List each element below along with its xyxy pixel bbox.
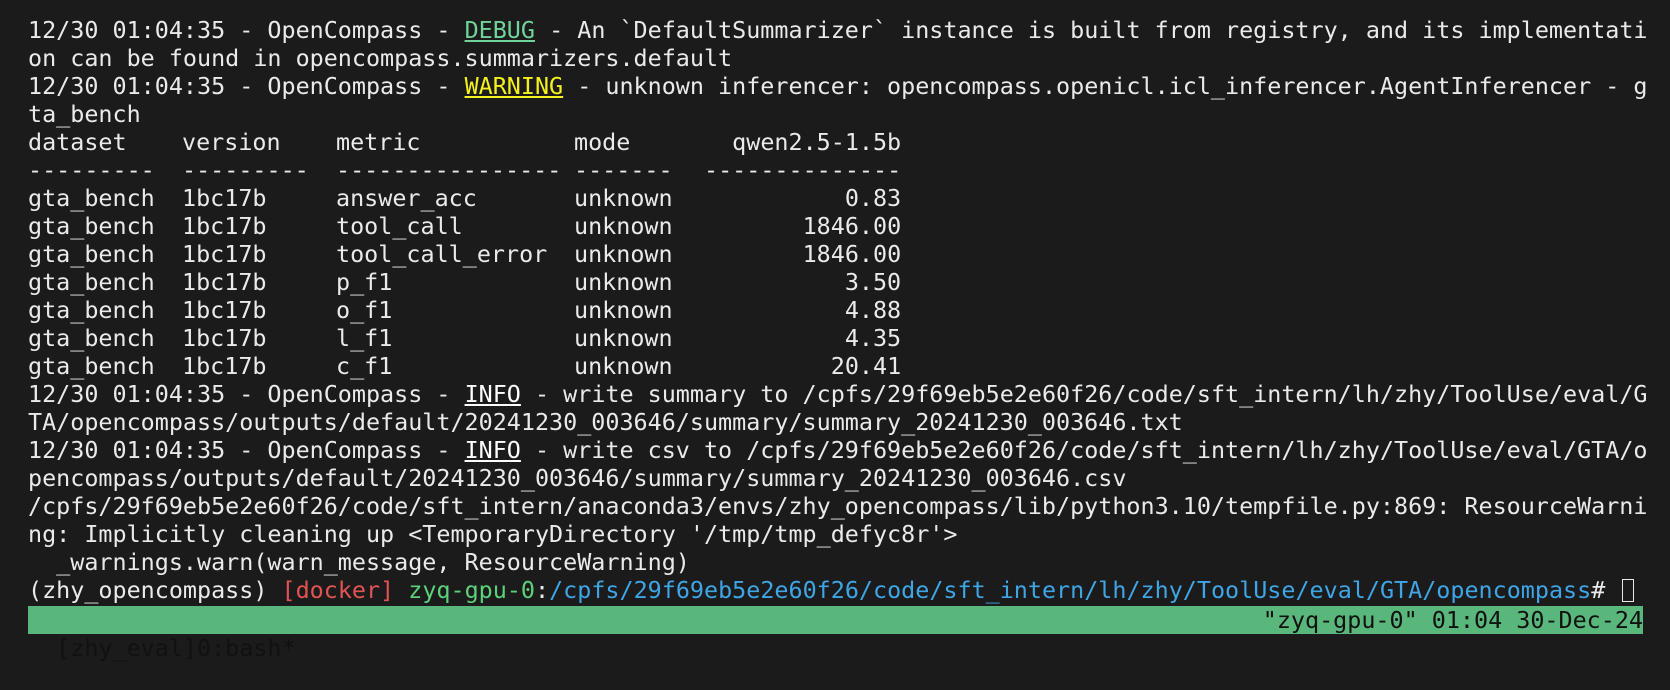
table-row: gta_bench 1bc17b o_f1 unknown 4.88	[28, 296, 901, 324]
table-row: gta_bench 1bc17b c_f1 unknown 20.41	[28, 352, 901, 380]
log-line-warning: 12/30 01:04:35 - OpenCompass - WARNING -…	[28, 72, 1647, 100]
table-cell: 4.35	[844, 324, 902, 352]
table-cell: 1bc17b	[182, 268, 267, 296]
shell-prompt[interactable]: (zhy_opencompass) [docker] zyq-gpu-0:/cp…	[28, 576, 1643, 604]
table-row: gta_bench 1bc17b l_f1 unknown 4.35	[28, 324, 901, 352]
log-prefix: 12/30 01:04:35 - OpenCompass -	[28, 436, 465, 464]
table-cell: ---------	[28, 156, 155, 184]
table-cell: metric	[336, 128, 421, 156]
table-cell: ----------------	[336, 156, 562, 184]
table-cell: 0.83	[844, 184, 902, 212]
table-cell: ---------	[182, 156, 309, 184]
log-level-info: INFO	[464, 380, 521, 408]
log-message: - write csv to /cpfs/29f69eb5e2e60f26/co…	[520, 436, 1648, 464]
prompt-colon: :	[535, 576, 550, 604]
table-cell: c_f1	[336, 352, 393, 380]
table-cell: gta_bench	[28, 212, 155, 240]
table-cell: gta_bench	[28, 184, 155, 212]
log-prefix: 12/30 01:04:35 - OpenCompass -	[28, 16, 465, 44]
prompt-host: zyq-gpu-0	[408, 576, 535, 604]
table-cell: 1bc17b	[182, 324, 267, 352]
log-message: - An `DefaultSummarizer` instance is bui…	[534, 16, 1648, 44]
log-prefix: 12/30 01:04:35 - OpenCompass -	[28, 380, 465, 408]
log-level-warning: WARNING	[464, 72, 564, 100]
table-cell: version	[182, 128, 281, 156]
log-line-wrap: on can be found in opencompass.summarize…	[28, 44, 733, 72]
log-level-info: INFO	[464, 436, 521, 464]
table-cell: gta_bench	[28, 268, 155, 296]
table-cell: gta_bench	[28, 352, 155, 380]
log-message: - write summary to /cpfs/29f69eb5e2e60f2…	[520, 380, 1648, 408]
table-cell: unknown	[574, 296, 673, 324]
table-cell: l_f1	[336, 324, 393, 352]
docker-tag: [docker]	[281, 576, 395, 604]
prompt-symbol: #	[1591, 576, 1620, 604]
log-line-wrap: ta_bench	[28, 100, 141, 128]
table-cell: qwen2.5-1.5b	[732, 128, 902, 156]
tmux-status-bar: [zhy_eval]0:bash* "zyq-gpu-0" 01:04 30-D…	[28, 606, 1643, 662]
table-cell: tool_call	[336, 212, 463, 240]
table-cell: 3.50	[844, 268, 902, 296]
table-row: gta_bench 1bc17b p_f1 unknown 3.50	[28, 268, 901, 296]
resource-warning-line: _warnings.warn(warn_message, ResourceWar…	[28, 548, 690, 576]
table-cell: 1bc17b	[182, 240, 267, 268]
table-cell: unknown	[574, 212, 673, 240]
table-cell: answer_acc	[336, 184, 477, 212]
table-cell: 4.88	[844, 296, 902, 324]
table-cell: unknown	[574, 324, 673, 352]
tmux-session-window[interactable]: [zhy_eval]0:bash*	[56, 634, 295, 662]
table-cell: gta_bench	[28, 240, 155, 268]
table-cell: o_f1	[336, 296, 393, 324]
table-cell: 1846.00	[802, 240, 902, 268]
table-cell: dataset	[28, 128, 127, 156]
log-line-info-csv: 12/30 01:04:35 - OpenCompass - INFO - wr…	[28, 436, 1648, 464]
resource-warning-line: ng: Implicitly cleaning up <TemporaryDir…	[28, 520, 958, 548]
table-cell: p_f1	[336, 268, 393, 296]
table-cell: gta_bench	[28, 324, 155, 352]
tmux-status-right: "zyq-gpu-0" 01:04 30-Dec-24	[1262, 606, 1643, 634]
table-row: gta_bench 1bc17b tool_call unknown 1846.00	[28, 212, 901, 240]
table-cell: unknown	[574, 240, 673, 268]
log-line-wrap: pencompass/outputs/default/20241230_0036…	[28, 464, 1127, 492]
table-cell: 20.41	[830, 352, 902, 380]
table-cell: 1bc17b	[182, 184, 267, 212]
terminal-cursor[interactable]	[1622, 579, 1635, 602]
table-cell: 1bc17b	[182, 352, 267, 380]
log-line-wrap: TA/opencompass/outputs/default/20241230_…	[28, 408, 1183, 436]
table-cell: -------	[574, 156, 673, 184]
table-cell: 1bc17b	[182, 212, 267, 240]
terminal-output[interactable]: 12/30 01:04:35 - OpenCompass - DEBUG - A…	[28, 16, 1648, 604]
table-cell: tool_call_error	[336, 240, 548, 268]
conda-env: (zhy_opencompass)	[28, 576, 282, 604]
table-row: gta_bench 1bc17b answer_acc unknown 0.83	[28, 184, 901, 212]
table-row: gta_bench 1bc17b tool_call_error unknown 184…	[28, 240, 901, 268]
log-message: - unknown inferencer: opencompass.openic…	[563, 72, 1648, 100]
table-cell: mode	[574, 128, 631, 156]
prompt-path: /cpfs/29f69eb5e2e60f26/code/sft_intern/l…	[549, 576, 1592, 604]
log-prefix: 12/30 01:04:35 - OpenCompass -	[28, 72, 465, 100]
log-line-debug: 12/30 01:04:35 - OpenCompass - DEBUG - A…	[28, 16, 1648, 44]
resource-warning-line: /cpfs/29f69eb5e2e60f26/code/sft_intern/a…	[28, 492, 1648, 520]
table-cell: unknown	[574, 268, 673, 296]
log-line-info-summary: 12/30 01:04:35 - OpenCompass - INFO - wr…	[28, 380, 1648, 408]
table-cell: 1bc17b	[182, 296, 267, 324]
table-cell: unknown	[574, 184, 673, 212]
results-table: dataset version metric mode qwen2.5-1.5b ----…	[28, 128, 901, 380]
table-header-row: dataset version metric mode qwen2.5-1.5b	[28, 128, 901, 156]
table-cell: gta_bench	[28, 296, 155, 324]
table-cell: unknown	[574, 352, 673, 380]
table-cell: 1846.00	[802, 212, 902, 240]
table-separator-row: --------- --------- ---------------- ------…	[28, 156, 901, 184]
log-level-debug: DEBUG	[464, 16, 535, 44]
table-cell: --------------	[704, 156, 902, 184]
